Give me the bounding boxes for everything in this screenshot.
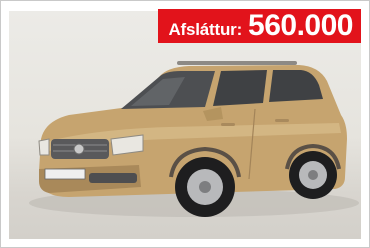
discount-label: Afsláttur: bbox=[168, 20, 243, 39]
door-handle-front bbox=[221, 123, 235, 126]
side-window-front bbox=[213, 70, 267, 106]
discount-badge: Afsláttur: 560.000 bbox=[158, 9, 361, 43]
discount-value: 560.000 bbox=[248, 9, 353, 42]
door-handle-rear bbox=[275, 119, 289, 122]
lower-grille bbox=[89, 173, 137, 183]
license-plate bbox=[44, 168, 86, 180]
headlight-left bbox=[38, 138, 50, 156]
roof-rail bbox=[177, 61, 297, 65]
ad-card: Afsláttur: 560.000 bbox=[0, 0, 370, 248]
logo-emblem bbox=[73, 143, 85, 155]
headlight-right bbox=[110, 134, 144, 156]
